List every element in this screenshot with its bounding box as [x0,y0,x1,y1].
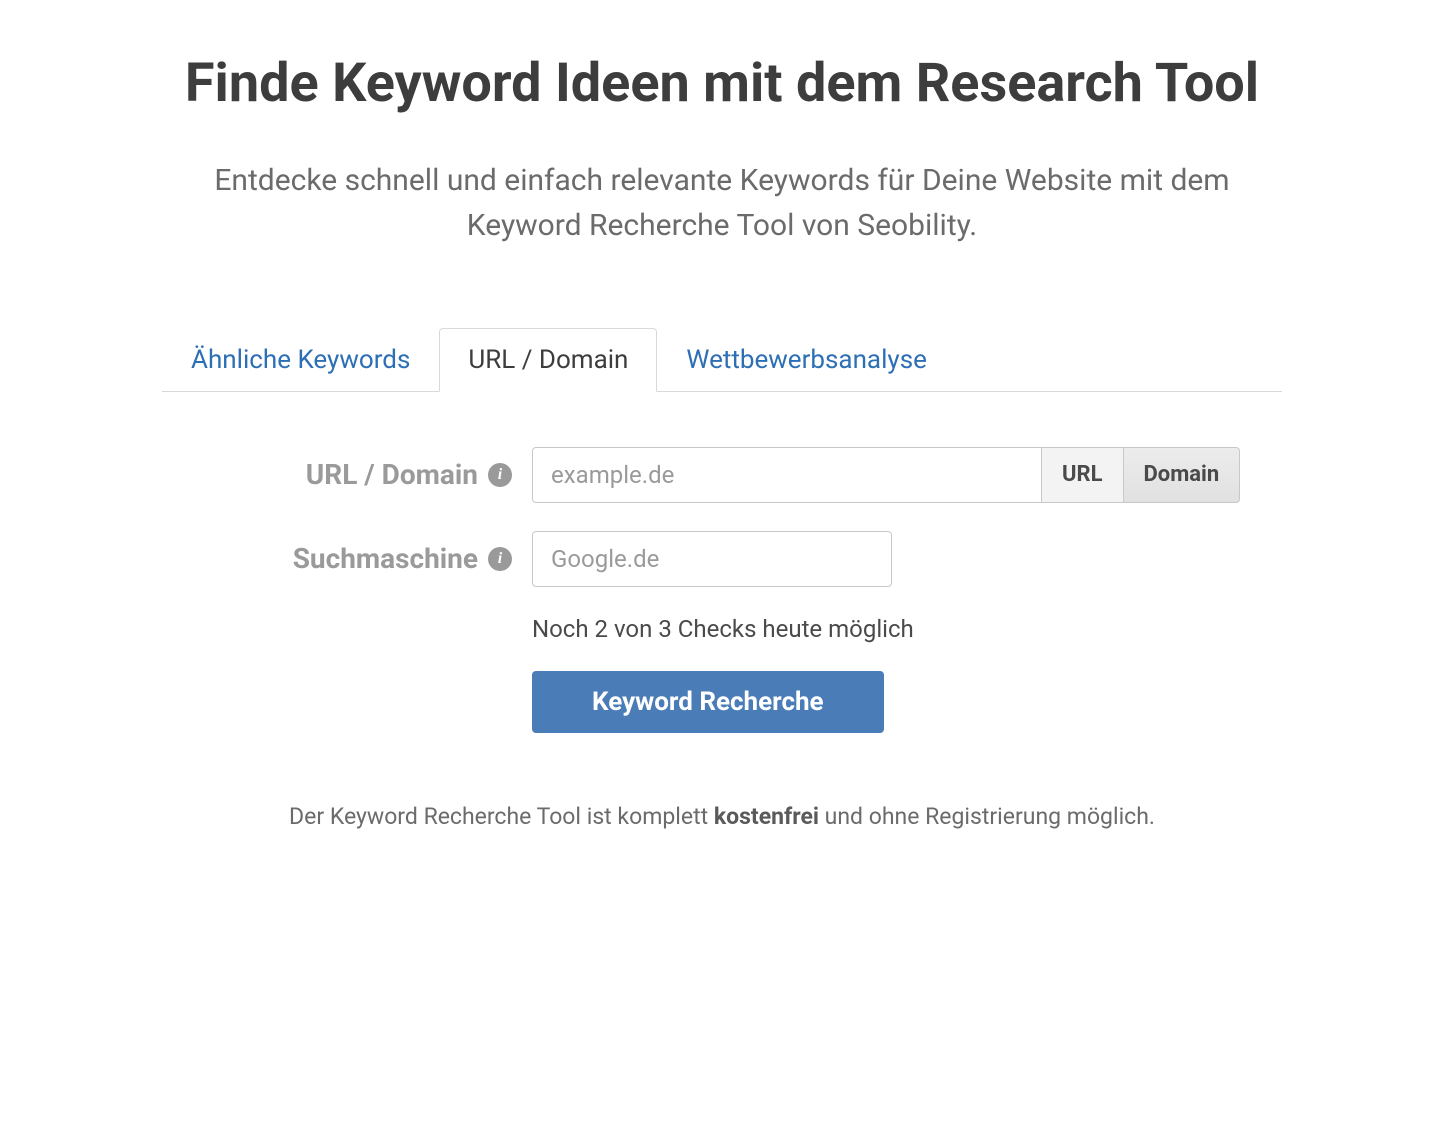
url-toggle-button[interactable]: URL [1042,447,1124,503]
search-engine-input[interactable] [532,531,892,587]
url-domain-input[interactable] [532,447,1042,503]
keyword-research-submit-button[interactable]: Keyword Recherche [532,671,884,733]
url-domain-label-text: URL / Domain [306,458,478,491]
info-icon[interactable]: i [488,463,512,487]
info-icon[interactable]: i [488,547,512,571]
footer-prefix: Der Keyword Recherche Tool ist komplett [289,803,714,830]
url-domain-controls: URL Domain [532,447,1282,503]
tab-url-domain[interactable]: URL / Domain [439,328,657,392]
submit-row: Keyword Recherche [162,671,1282,733]
domain-toggle-button[interactable]: Domain [1124,447,1241,503]
tab-similar-keywords[interactable]: Ähnliche Keywords [162,328,439,392]
url-domain-row: URL / Domain i URL Domain [162,447,1282,503]
search-engine-label-text: Suchmaschine [293,542,478,575]
checks-remaining-text: Noch 2 von 3 Checks heute möglich [532,615,914,643]
footer-suffix: und ohne Registrierung möglich. [819,803,1155,830]
search-engine-label: Suchmaschine i [162,542,532,575]
search-engine-controls [532,531,1282,587]
url-domain-label: URL / Domain i [162,458,532,491]
footer-text: Der Keyword Recherche Tool ist komplett … [162,803,1282,830]
footer-bold: kostenfrei [714,803,819,830]
search-engine-row: Suchmaschine i [162,531,1282,587]
tab-competitor-analysis[interactable]: Wettbewerbsanalyse [657,328,956,392]
page-title: Finde Keyword Ideen mit dem Research Too… [162,50,1282,118]
page-subtitle: Entdecke schnell und einfach relevante K… [162,158,1282,248]
status-row: Noch 2 von 3 Checks heute möglich [162,615,1282,643]
tab-bar: Ähnliche Keywords URL / Domain Wettbewer… [162,328,1282,392]
